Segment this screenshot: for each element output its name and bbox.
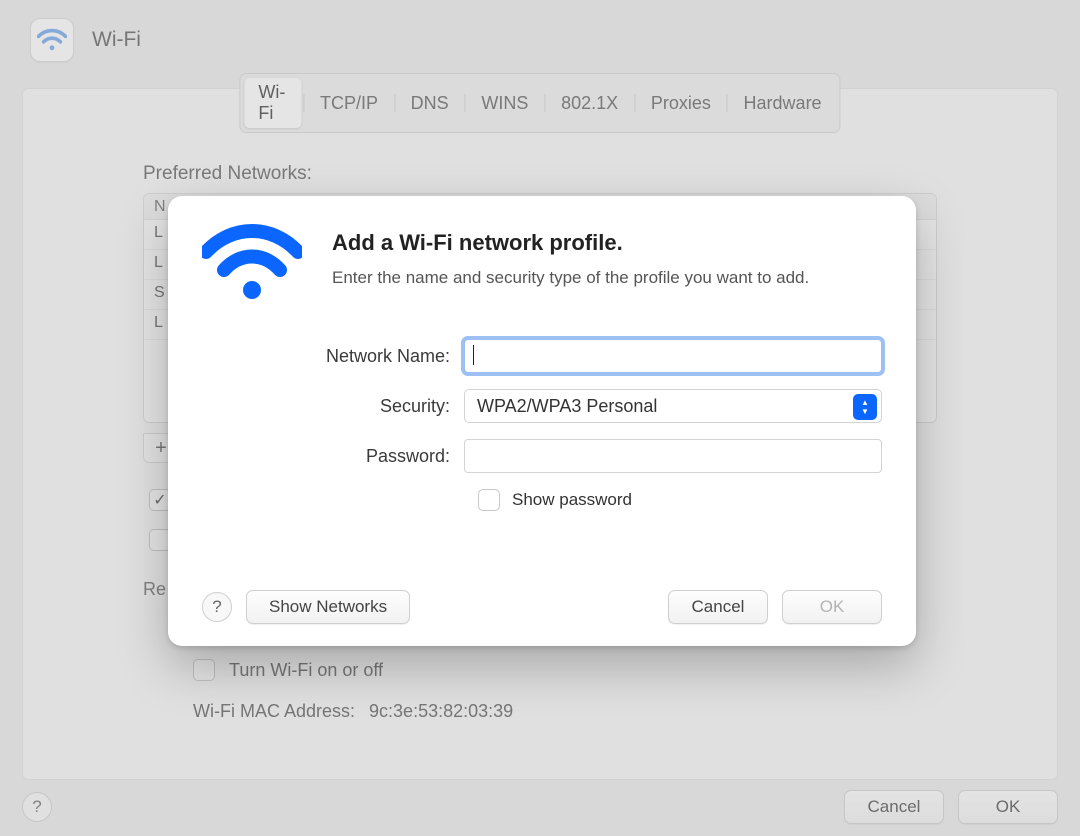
dialog-help-button[interactable]: ? — [202, 592, 232, 622]
network-name-label: Network Name: — [202, 346, 464, 367]
password-label: Password: — [202, 446, 464, 467]
show-password-label: Show password — [512, 490, 632, 510]
show-networks-button[interactable]: Show Networks — [246, 590, 410, 624]
dialog-form: Network Name: Security: WPA2/WPA3 Person… — [202, 339, 882, 511]
security-value: WPA2/WPA3 Personal — [477, 396, 657, 417]
security-label: Security: — [202, 396, 464, 417]
network-name-input[interactable] — [464, 339, 882, 373]
security-select[interactable]: WPA2/WPA3 Personal — [464, 389, 882, 423]
wifi-icon-large — [202, 224, 302, 309]
dialog-footer: ? Show Networks Cancel OK — [202, 590, 882, 624]
select-stepper-icon — [853, 394, 877, 420]
dialog-title: Add a Wi-Fi network profile. — [332, 230, 809, 256]
checkbox-icon — [478, 489, 500, 511]
password-input[interactable] — [464, 439, 882, 473]
text-caret-icon — [473, 345, 474, 365]
add-wifi-profile-dialog: Add a Wi-Fi network profile. Enter the n… — [168, 196, 916, 646]
dialog-ok-button[interactable]: OK — [782, 590, 882, 624]
dialog-subtitle: Enter the name and security type of the … — [332, 266, 809, 290]
show-password-row[interactable]: Show password — [478, 489, 882, 511]
dialog-cancel-button[interactable]: Cancel — [668, 590, 768, 624]
